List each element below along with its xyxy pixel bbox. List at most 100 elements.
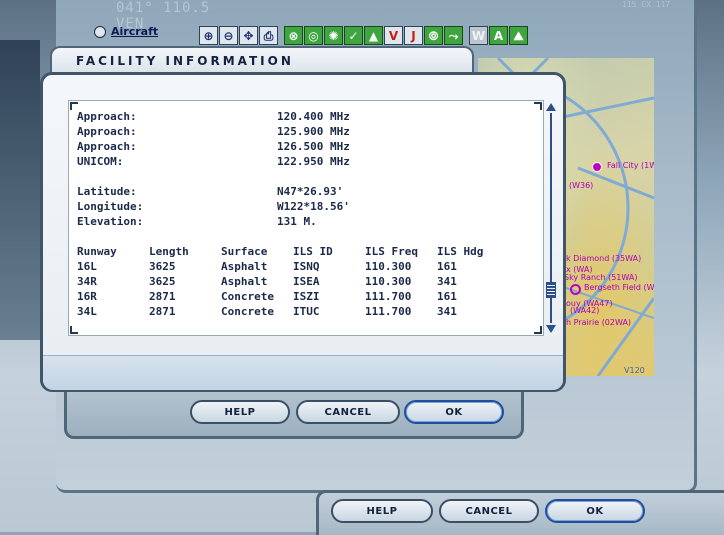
frequency-display: 041° 110.5 VEN [116, 0, 211, 32]
runway-cell: 34L [77, 305, 97, 318]
runway-cell: 341 [437, 275, 457, 288]
runway-cell: 111.700 [365, 290, 412, 303]
info-value: 120.400 MHz [277, 110, 350, 123]
panel-corner [534, 326, 542, 334]
victor-airway-icon[interactable]: V [384, 26, 403, 45]
vertical-scrollbar[interactable] [544, 99, 558, 337]
route-icon[interactable]: ⦾ [424, 26, 443, 45]
runway-row: 16R 2871 Concrete ISZI 111.700 161 [77, 289, 537, 304]
info-label: Approach: [77, 140, 137, 153]
map-label: Bergseth Field (WA [584, 283, 654, 292]
vor-icon[interactable]: ◎ [304, 26, 323, 45]
runway-cell: 161 [437, 260, 457, 273]
map-label: V120 [624, 366, 645, 375]
runway-cell: 3625 [149, 275, 176, 288]
scroll-up-icon[interactable] [546, 103, 556, 111]
cancel-button[interactable]: CANCEL [439, 499, 539, 523]
aircraft-radio[interactable]: Aircraft [94, 25, 158, 38]
ok-button[interactable]: OK [404, 400, 504, 424]
jet-airway-icon[interactable]: J [404, 26, 423, 45]
center-icon[interactable]: ✥ [239, 26, 258, 45]
scroll-thumb[interactable] [546, 282, 556, 298]
dialog-bottom-strip [43, 355, 563, 390]
flight-path-icon[interactable]: ⤳ [444, 26, 463, 45]
wind-icon[interactable]: W [469, 26, 488, 45]
info-label: Approach: [77, 110, 137, 123]
scroll-down-icon[interactable] [546, 325, 556, 333]
dialog-title: FACILITY INFORMATION [76, 54, 294, 68]
ok-button[interactable]: OK [545, 499, 645, 523]
info-row: UNICOM: 122.950 MHz [77, 154, 537, 169]
info-value: 125.900 MHz [277, 125, 350, 138]
runway-row: 16L 3625 Asphalt ISNQ 110.300 161 [77, 259, 537, 274]
info-row: Approach: 125.900 MHz [77, 124, 537, 139]
radio-button-icon[interactable] [94, 25, 106, 38]
runway-cell: 111.700 [365, 305, 412, 318]
runway-cell: Concrete [221, 305, 274, 318]
ils-icon[interactable]: ✓ [344, 26, 363, 45]
info-value: W122*18.56' [277, 200, 350, 213]
info-row: Latitude: N47*26.93' [77, 184, 537, 199]
runway-cell: 110.300 [365, 275, 412, 288]
runway-cell: ISNQ [293, 260, 320, 273]
aircraft-label[interactable]: Aircraft [111, 25, 158, 38]
airport-marker[interactable] [570, 284, 581, 295]
airport-icon[interactable]: ⊗ [284, 26, 303, 45]
info-row: Approach: 120.400 MHz [77, 109, 537, 124]
map-toolbar: ⊕ ⊖ ✥ ⎙ ⊗ ◎ ✺ ✓ ▲ V J ⦾ ⤳ W A ⛰ [199, 26, 528, 46]
zoom-in-icon[interactable]: ⊕ [199, 26, 218, 45]
facility-info-panel: Approach: 120.400 MHz Approach: 125.900 MHz… [68, 100, 544, 336]
zoom-out-icon[interactable]: ⊖ [219, 26, 238, 45]
runway-cell: 16R [77, 290, 97, 303]
location-list: Latitude: N47*26.93' Longitude: W122*18.56'… [77, 184, 537, 229]
runway-column-header: Length [149, 245, 189, 258]
runway-cell: 34R [77, 275, 97, 288]
runway-column-header: ILS ID [293, 245, 333, 258]
info-value: N47*26.93' [277, 185, 344, 198]
info-label: Approach: [77, 125, 137, 138]
runway-cell: ISZI [293, 290, 320, 303]
info-label: Latitude: [77, 185, 137, 198]
toolbar-gap [279, 26, 283, 46]
toolbar-gap [464, 26, 468, 46]
map-label: Sky Ranch (51WA) [564, 273, 638, 282]
runway-cell: Asphalt [221, 260, 268, 273]
cancel-button[interactable]: CANCEL [296, 400, 400, 424]
runway-cell: 2871 [149, 290, 176, 303]
info-label: UNICOM: [77, 155, 124, 168]
help-button[interactable]: HELP [190, 400, 290, 424]
info-value: 131 M. [277, 215, 317, 228]
runway-cell: ITUC [293, 305, 320, 318]
runway-column-header: ILS Freq [365, 245, 418, 258]
facility-information-dialog: Approach: 120.400 MHz Approach: 125.900 MHz… [40, 72, 566, 392]
runway-table-header: Runway Length Surface ILS ID ILS Freq ILS Hdg [77, 244, 537, 259]
help-button[interactable]: HELP [331, 499, 433, 523]
info-value: 126.500 MHz [277, 140, 350, 153]
runway-cell: 16L [77, 260, 97, 273]
runway-cell: 3625 [149, 260, 176, 273]
runway-cell: 110.300 [365, 260, 412, 273]
info-row: Longitude: W122*18.56' [77, 199, 537, 214]
runway-table: 16L 3625 Asphalt ISNQ 110.300 161 34R 3625 Aspha… [77, 259, 537, 319]
map-label: k Diamond (35WA) [566, 254, 642, 263]
intersection-icon[interactable]: ▲ [364, 26, 383, 45]
airport-marker[interactable] [592, 162, 602, 172]
runway-row: 34R 3625 Asphalt ISEA 110.300 341 [77, 274, 537, 289]
terrain-icon[interactable]: ⛰ [509, 26, 528, 45]
lower-background-dialog: HELP CANCEL OK [316, 490, 724, 535]
runway-cell: Asphalt [221, 275, 268, 288]
ndb-icon[interactable]: ✺ [324, 26, 343, 45]
print-icon[interactable]: ⎙ [259, 26, 278, 45]
runway-cell: 341 [437, 305, 457, 318]
facility-title-tab: FACILITY INFORMATION [50, 46, 474, 72]
runway-column-header: ILS Hdg [437, 245, 484, 258]
facility-info-text: Approach: 120.400 MHz Approach: 125.900 MHz… [77, 109, 537, 319]
runway-column-header: Surface [221, 245, 268, 258]
map-label: h Prairie (02WA) [566, 318, 632, 327]
map-label: (WA42) [570, 306, 600, 315]
text-label-icon[interactable]: A [489, 26, 508, 45]
runway-cell: 2871 [149, 305, 176, 318]
runway-row: 34L 2871 Concrete ITUC 111.700 341 [77, 304, 537, 319]
